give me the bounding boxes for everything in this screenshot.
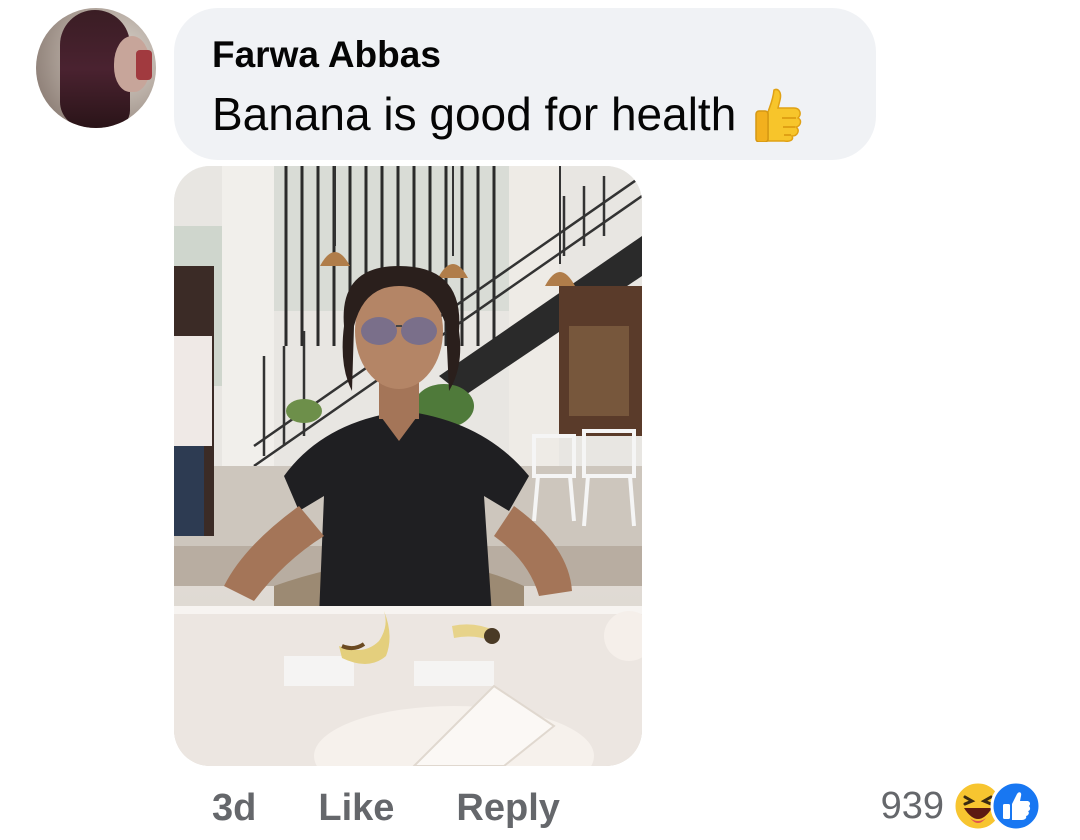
like-reaction-icon [990, 780, 1042, 832]
comment-author[interactable]: Farwa Abbas [212, 34, 441, 76]
comment-text-line: Banana is good for health [212, 86, 804, 142]
comment-text: Banana is good for health [212, 88, 737, 140]
comment-container: Farwa Abbas Banana is good for health 3d… [0, 0, 1080, 840]
comment-timestamp[interactable]: 3d [212, 787, 256, 830]
reactions-summary[interactable]: 939 [881, 776, 1042, 836]
reaction-count: 939 [880, 784, 944, 827]
comment-photo[interactable] [174, 166, 642, 766]
thumbs-up-icon [755, 88, 802, 142]
reply-button[interactable]: Reply [456, 787, 559, 830]
avatar[interactable] [36, 8, 156, 128]
like-button[interactable]: Like [318, 787, 394, 830]
comment-bubble: Farwa Abbas Banana is good for health [174, 8, 876, 160]
comment-actions: 3d Like Reply [212, 782, 560, 834]
photo-image [174, 166, 642, 766]
